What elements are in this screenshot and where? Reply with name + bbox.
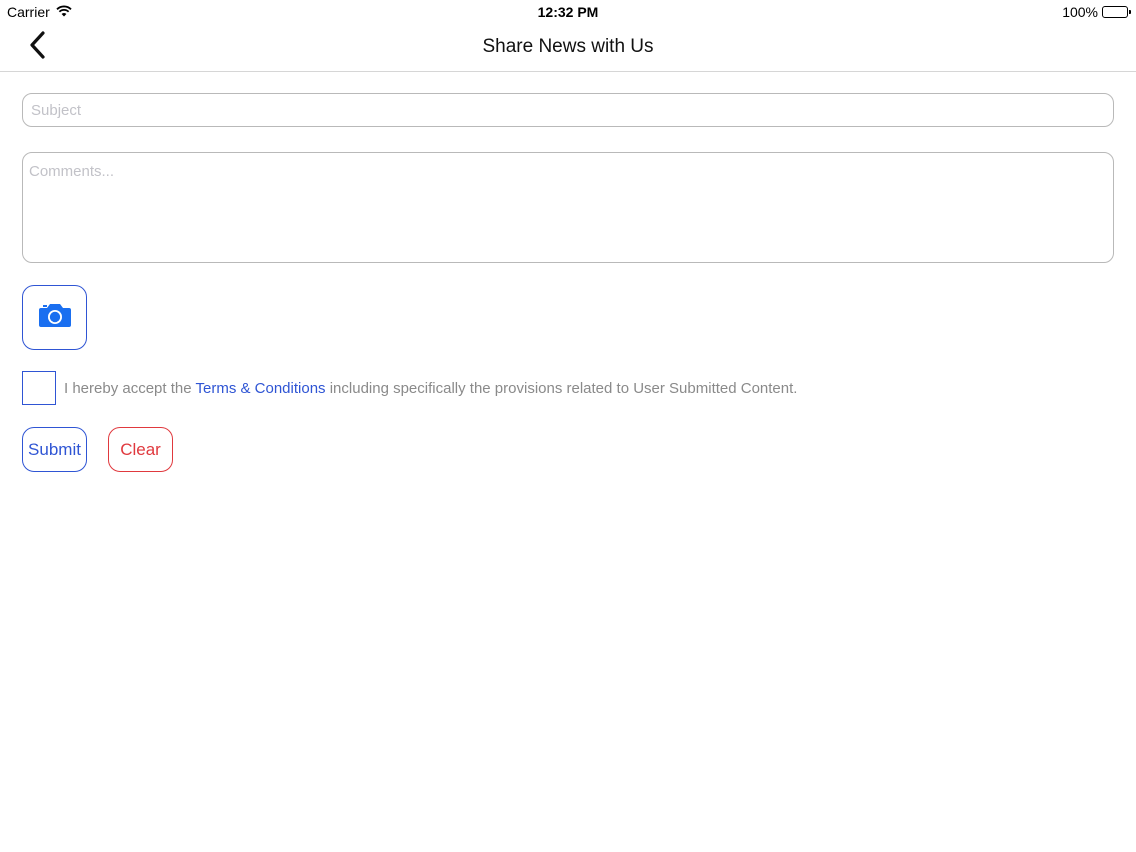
terms-suffix: including specifically the provisions re… [325,379,798,397]
terms-prefix: I hereby accept the [64,379,196,397]
terms-checkbox[interactable] [22,371,56,405]
clear-button[interactable]: Clear [108,427,173,472]
comments-input[interactable] [22,152,1114,263]
battery-icon [1102,6,1131,18]
terms-link[interactable]: Terms & Conditions [195,380,325,397]
terms-text: I hereby accept the Terms & Conditions i… [64,380,797,397]
subject-input[interactable] [22,93,1114,127]
status-bar: Carrier 12:32 PM 100% [0,0,1136,24]
status-time: 12:32 PM [537,4,599,20]
camera-button[interactable] [22,285,87,350]
battery-percent: 100% [1062,4,1098,20]
camera-icon [38,302,72,333]
terms-row: I hereby accept the Terms & Conditions i… [22,371,797,405]
submit-button[interactable]: Submit [22,427,87,472]
status-right: 100% [1062,4,1131,20]
navigation-bar: Share News with Us [0,24,1136,72]
page-title: Share News with Us [482,36,654,57]
